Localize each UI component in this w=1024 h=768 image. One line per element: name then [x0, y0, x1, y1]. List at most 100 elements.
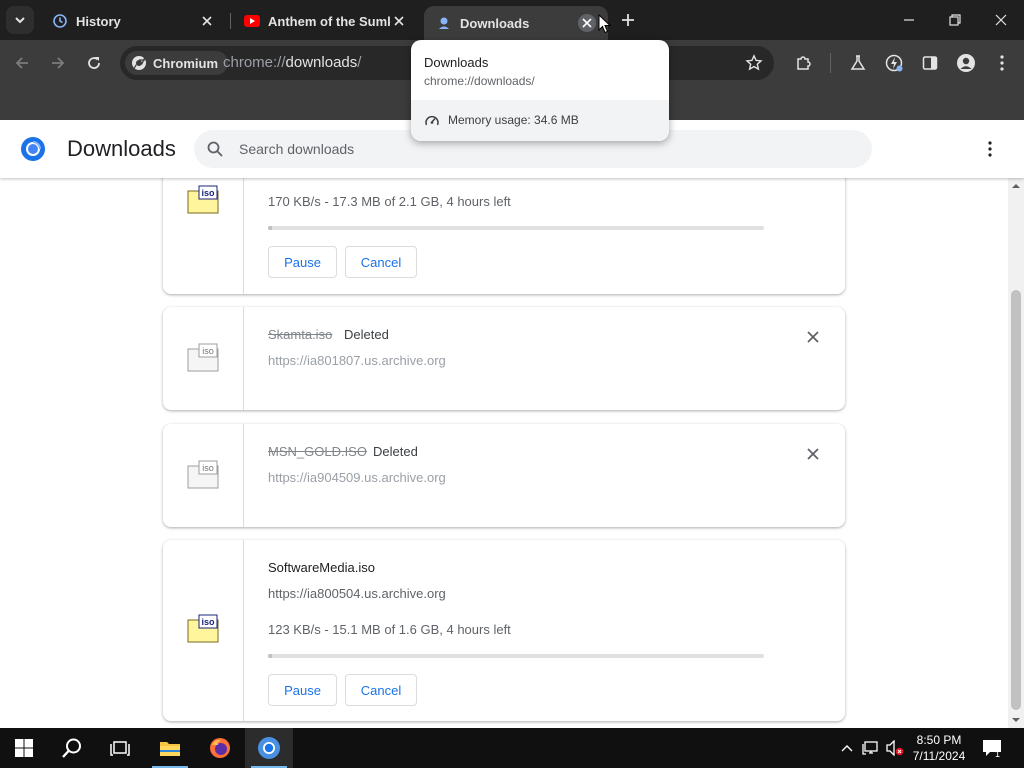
scroll-up-arrow-icon[interactable]	[1012, 182, 1020, 190]
chromium-icon	[258, 737, 280, 759]
search-input[interactable]: Search downloads	[239, 141, 354, 157]
downloads-icon	[436, 15, 452, 31]
chevron-down-icon	[15, 17, 25, 24]
more-vert-icon	[1000, 55, 1004, 71]
svg-text:iso: iso	[201, 617, 215, 627]
toolbar-divider	[830, 53, 831, 73]
page-title: Downloads	[67, 136, 176, 161]
iso-file-icon: iso	[187, 343, 219, 372]
search-icon	[207, 141, 223, 157]
close-icon[interactable]	[198, 12, 216, 30]
svg-text:iso: iso	[201, 188, 215, 198]
window-close-button[interactable]	[978, 4, 1024, 36]
performance-button[interactable]	[880, 49, 908, 77]
scroll-down-arrow-icon[interactable]	[1012, 716, 1020, 724]
tab-anthem[interactable]: Anthem of the Sumke	[232, 6, 420, 36]
file-icon-column: iso	[163, 424, 244, 527]
notification-center-button[interactable]: 1	[980, 736, 1004, 760]
downloads-menu-button[interactable]	[978, 137, 1002, 161]
gauge-icon	[425, 115, 439, 126]
start-button[interactable]	[0, 728, 48, 768]
puzzle-icon	[797, 56, 811, 70]
forward-arrow-icon	[52, 57, 65, 69]
tab-title: History	[76, 13, 121, 29]
tab-strip: History Anthem of the Sumke Downloads	[0, 0, 1024, 40]
extensions-button[interactable]	[790, 49, 818, 77]
download-item: iso MSN_GOLD.ISO Deleted https://ia90450…	[163, 424, 845, 527]
browser-menu-button[interactable]	[988, 49, 1016, 77]
tab-hover-card: Downloads chrome://downloads/ Memory usa…	[411, 40, 669, 141]
hover-card-memory: Memory usage: 34.6 MB	[411, 100, 669, 141]
download-progress-text: 170 KB/s - 17.3 MB of 2.1 GB, 4 hours le…	[268, 194, 511, 209]
mouse-cursor-icon	[598, 14, 612, 34]
forward-button[interactable]	[44, 49, 72, 77]
taskbar-search-button[interactable]	[48, 728, 96, 768]
close-icon	[995, 14, 1007, 26]
folder-icon	[160, 742, 180, 756]
profile-button[interactable]	[952, 49, 980, 77]
chromium-icon	[132, 56, 146, 70]
chromium-logo-icon	[21, 137, 45, 161]
close-icon[interactable]	[390, 12, 408, 30]
back-button[interactable]	[8, 49, 36, 77]
notification-count: 1	[995, 749, 1001, 759]
flask-icon	[850, 55, 866, 70]
side-panel-button[interactable]	[916, 49, 944, 77]
network-tray-icon[interactable]	[862, 739, 880, 757]
cancel-button[interactable]: Cancel	[345, 246, 417, 278]
close-icon[interactable]	[578, 14, 596, 32]
minimize-button[interactable]	[886, 4, 932, 36]
bookmark-star-button[interactable]	[742, 51, 766, 75]
file-url[interactable]: https://ia800504.us.archive.org	[268, 586, 446, 601]
tab-history[interactable]: History	[40, 6, 228, 36]
back-arrow-icon	[15, 57, 28, 69]
file-name[interactable]: SoftwareMedia.iso	[268, 560, 375, 575]
history-icon	[52, 13, 68, 29]
chip-label: Chromium	[153, 55, 218, 71]
minimize-icon	[904, 19, 914, 21]
download-progress-bar	[268, 654, 764, 658]
clock-date: 7/11/2024	[912, 749, 966, 763]
taskbar-file-explorer[interactable]	[146, 728, 194, 768]
download-progress-bar	[268, 226, 764, 230]
url-host: downloads	[285, 54, 358, 71]
reload-icon	[88, 57, 100, 69]
search-icon	[62, 738, 81, 758]
performance-icon	[885, 54, 903, 72]
file-icon-column: iso	[163, 540, 244, 721]
vertical-scrollbar[interactable]	[1008, 178, 1024, 728]
download-item: iso Skamta.iso Deleted https://ia801807.…	[163, 307, 845, 410]
system-clock[interactable]: 8:50 PM 7/11/2024	[900, 732, 978, 764]
cancel-button[interactable]: Cancel	[345, 674, 417, 706]
reload-button[interactable]	[80, 49, 108, 77]
pause-button[interactable]: Pause	[268, 246, 337, 278]
labs-button[interactable]	[844, 49, 872, 77]
download-progress-text: 123 KB/s - 15.1 MB of 1.6 GB, 4 hours le…	[268, 622, 511, 637]
iso-file-icon: iso	[187, 185, 219, 214]
site-info-chip[interactable]: Chromium	[125, 51, 228, 75]
url-text[interactable]: chrome://downloads/	[223, 54, 361, 71]
remove-button[interactable]	[803, 327, 823, 347]
file-icon-column: iso	[163, 307, 244, 410]
restore-button[interactable]	[932, 4, 978, 36]
tab-search-button[interactable]	[6, 6, 34, 34]
task-view-icon	[110, 741, 130, 756]
remove-button[interactable]	[803, 444, 823, 464]
tab-downloads[interactable]: Downloads	[424, 6, 608, 40]
scrollbar-thumb[interactable]	[1011, 290, 1021, 710]
more-vert-icon	[988, 141, 992, 157]
chevron-up-icon	[841, 745, 853, 752]
close-icon	[807, 448, 819, 460]
show-hidden-icons-button[interactable]	[838, 739, 856, 757]
url-scheme: chrome://	[223, 54, 286, 71]
task-view-button[interactable]	[96, 728, 144, 768]
svg-text:iso: iso	[202, 346, 214, 356]
side-panel-icon	[922, 56, 938, 70]
pause-button[interactable]: Pause	[268, 674, 337, 706]
downloads-page: Downloads Search downloads iso 170 KB/s …	[0, 120, 1024, 728]
status-label: Deleted	[373, 444, 418, 459]
new-tab-button[interactable]	[616, 8, 640, 32]
taskbar-chromium[interactable]	[245, 728, 293, 768]
taskbar-firefox[interactable]	[196, 728, 244, 768]
file-url: https://ia801807.us.archive.org	[268, 353, 446, 368]
